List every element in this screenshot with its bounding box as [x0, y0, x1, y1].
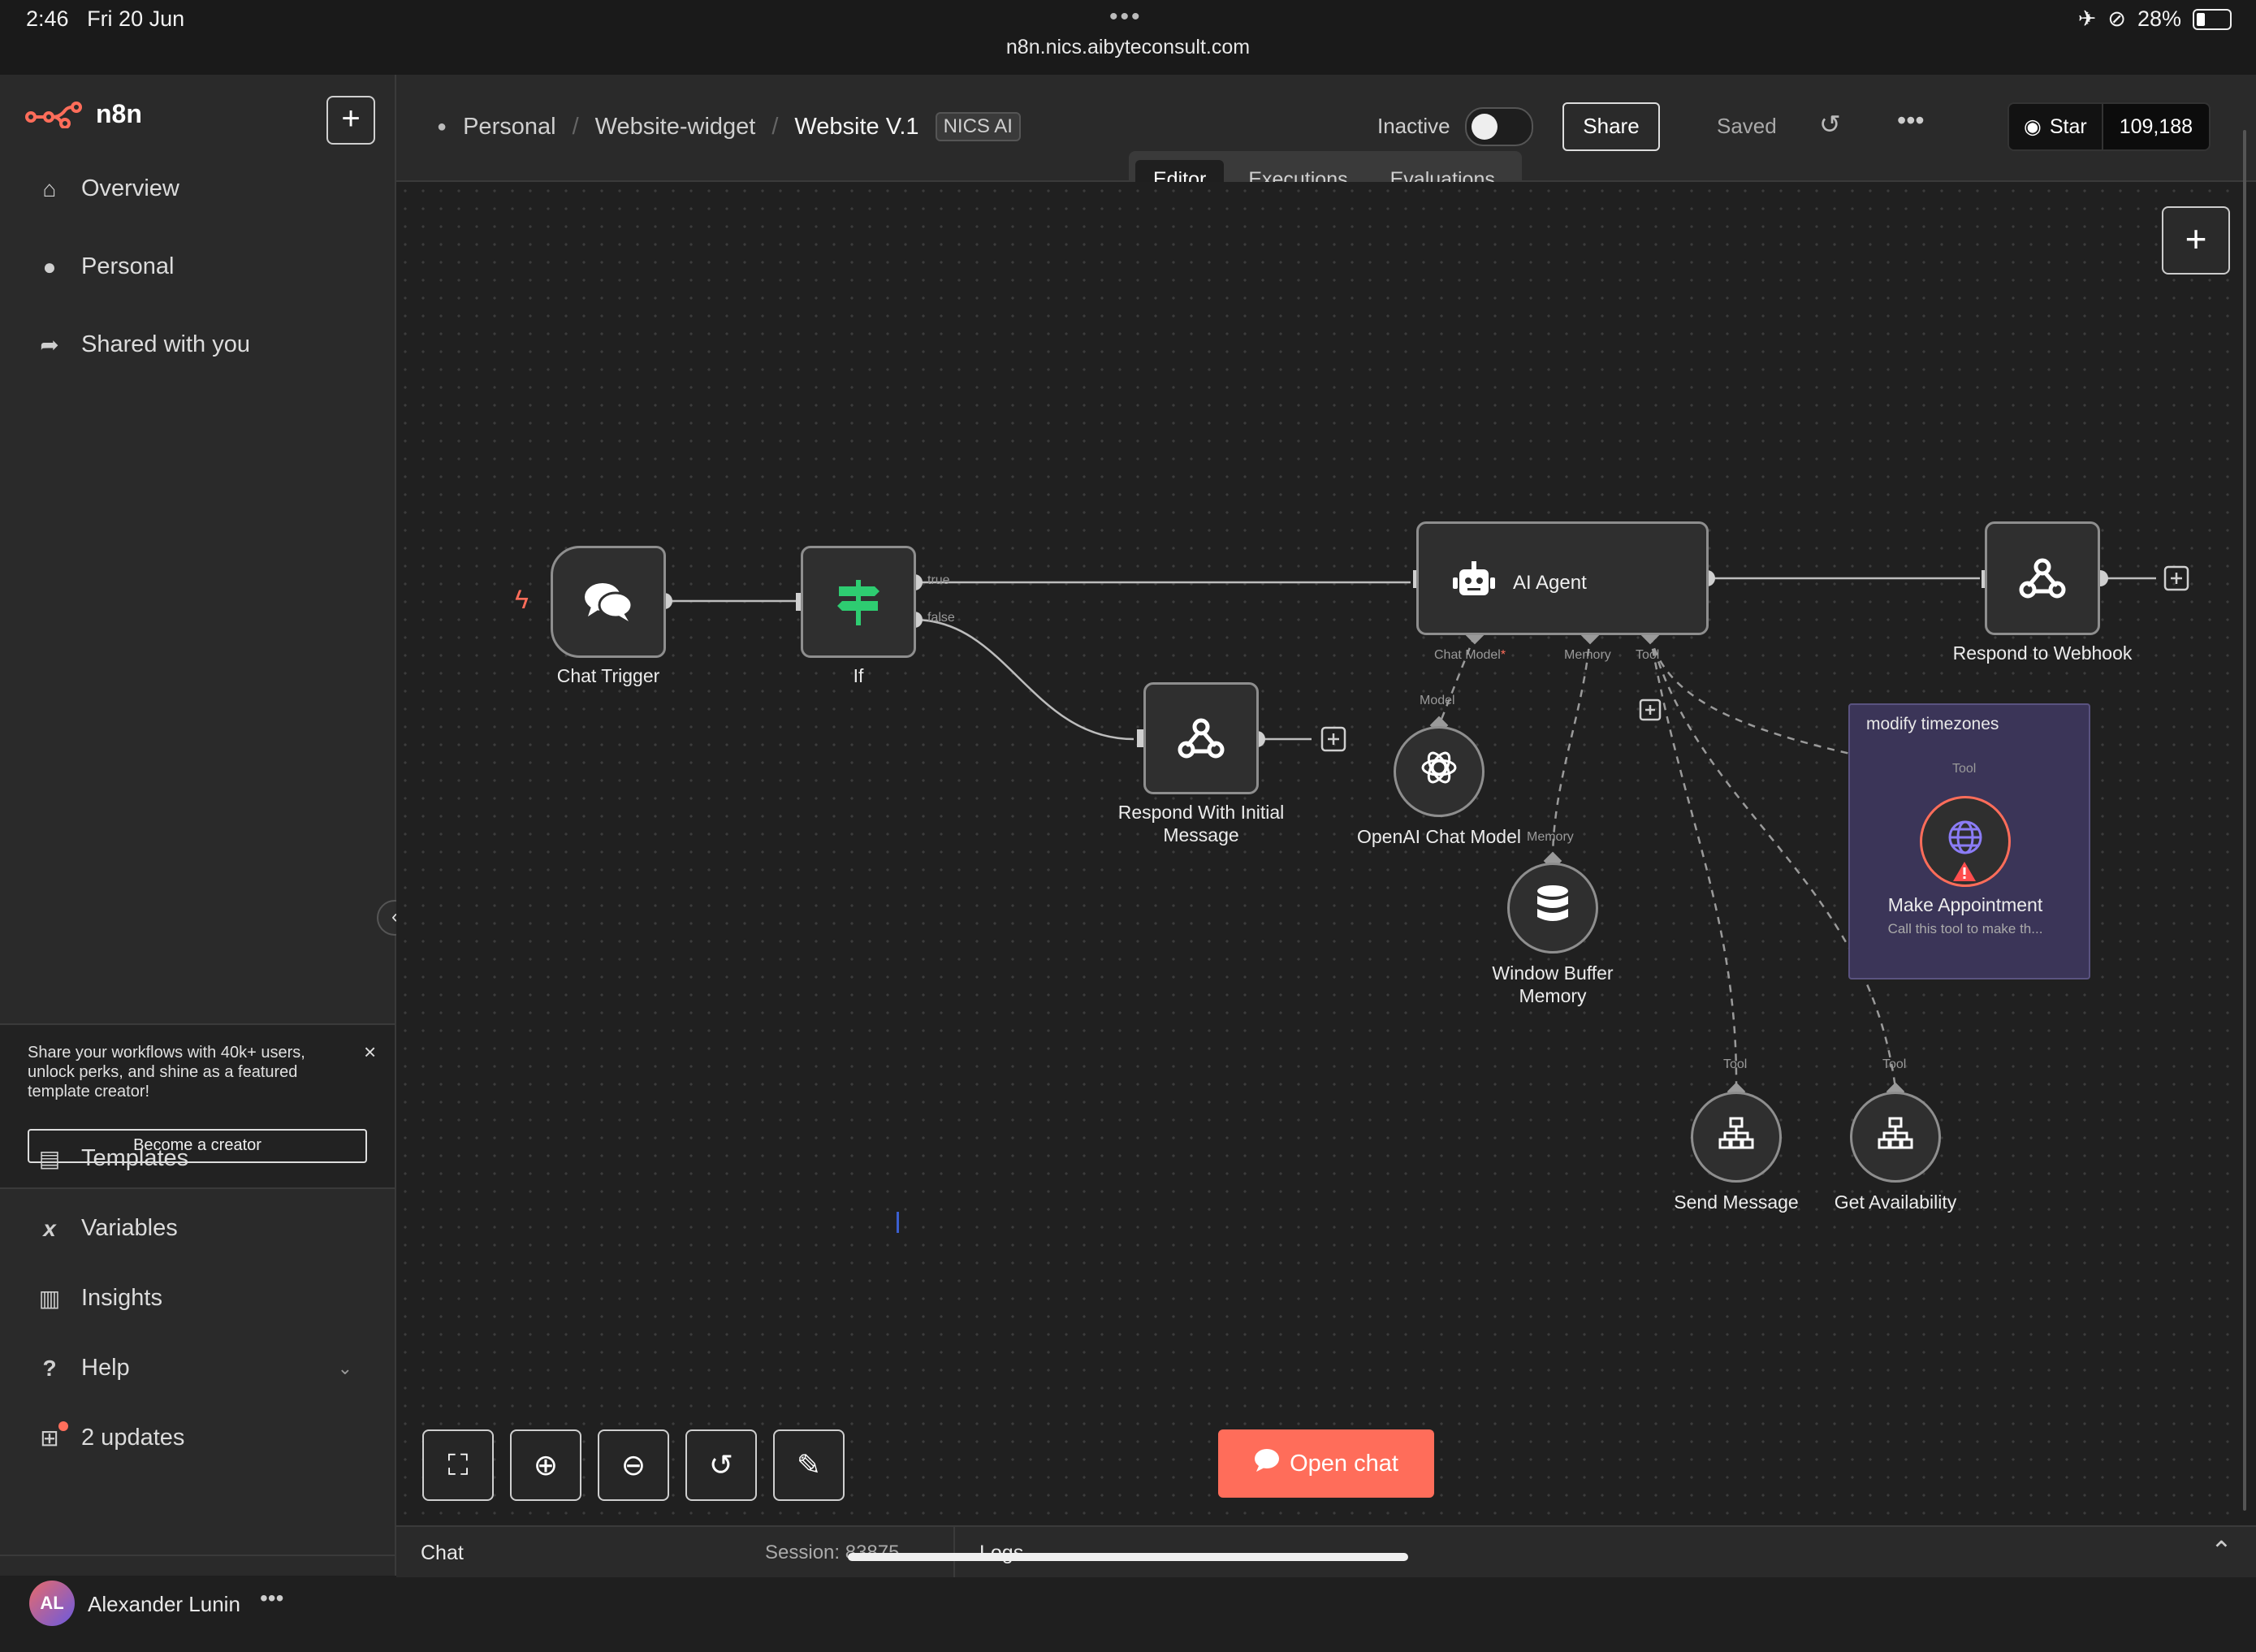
- node-subtitle-make-appointment: Call this tool to make th...: [1887, 921, 2043, 936]
- http-request-icon: [1878, 1117, 1913, 1158]
- slot-model: Model: [1420, 694, 1455, 707]
- avatar: AL: [29, 1581, 75, 1626]
- slot-tool-send: Tool: [1723, 1057, 1748, 1071]
- slot-tool-appointment: Tool: [1952, 762, 1977, 776]
- node-label-chat-trigger: Chat Trigger: [556, 665, 660, 686]
- chat-bubbles-icon: [553, 548, 663, 655]
- node-label-respond-initial: Respond With Initial Message: [1117, 802, 1285, 845]
- node-window-buffer-memory[interactable]: [1507, 863, 1598, 954]
- zoom-out-icon: ⊖: [620, 1448, 646, 1481]
- fit-view-button[interactable]: ⛶: [422, 1429, 494, 1501]
- http-request-icon: [1718, 1117, 1754, 1158]
- slot-tool-availability: Tool: [1882, 1057, 1907, 1071]
- user-name: Alexander Lunin: [88, 1592, 240, 1616]
- node-chat-trigger[interactable]: [551, 546, 666, 658]
- broom-icon: ✎: [796, 1448, 822, 1481]
- node-label-respond-webhook: Respond to Webhook: [1952, 642, 2133, 664]
- chat-logs-panel: Chat Session: 83875 Logs ⌃: [396, 1525, 2256, 1577]
- trigger-bolt-icon: ϟ: [515, 585, 529, 614]
- fullscreen-icon: ⛶: [447, 1447, 469, 1481]
- signpost-icon: [803, 548, 914, 655]
- robot-icon: [1451, 561, 1497, 604]
- tidy-up-button[interactable]: ✎: [773, 1429, 845, 1501]
- slot-chat-model: Chat Model*: [1434, 648, 1506, 662]
- node-label-ai-agent: AI Agent: [1513, 571, 1587, 594]
- node-label-memory: Window Buffer Memory: [1492, 962, 1614, 1006]
- node-ai-agent[interactable]: AI Agent: [1416, 521, 1709, 635]
- node-if[interactable]: [801, 546, 916, 658]
- openai-icon: [1420, 748, 1459, 796]
- slot-memory: Memory: [1564, 648, 1611, 662]
- zoom-in-button[interactable]: ⊕: [510, 1429, 581, 1501]
- node-respond-to-webhook[interactable]: [1985, 521, 2100, 635]
- node-openai-chat-model[interactable]: [1394, 726, 1485, 817]
- slot-memory-label: Memory: [1527, 830, 1574, 844]
- reset-zoom-button[interactable]: ↺: [685, 1429, 757, 1501]
- warning-icon: [1952, 861, 1977, 886]
- webhook-icon: [1146, 685, 1256, 792]
- node-label-openai: OpenAI Chat Model: [1356, 826, 1521, 847]
- node-label-get-availability: Get Availability: [1834, 1191, 1957, 1213]
- database-icon: [1536, 884, 1570, 932]
- zoom-in-icon: ⊕: [533, 1448, 559, 1481]
- slot-tool: Tool: [1636, 648, 1660, 662]
- node-respond-initial-message[interactable]: [1143, 682, 1259, 794]
- node-send-message[interactable]: [1691, 1092, 1782, 1183]
- open-chat-button[interactable]: Open chat: [1218, 1429, 1434, 1498]
- node-label-make-appointment: Make Appointment: [1887, 894, 2043, 915]
- undo-icon: ↺: [708, 1448, 734, 1481]
- zoom-out-button[interactable]: ⊖: [598, 1429, 669, 1501]
- chat-icon: [1254, 1448, 1280, 1479]
- if-false-label: false: [927, 611, 955, 625]
- more-icon[interactable]: •••: [260, 1585, 283, 1611]
- node-label-if: If: [853, 665, 864, 686]
- webhook-icon: [1987, 524, 2098, 633]
- node-get-availability[interactable]: [1850, 1092, 1941, 1183]
- chat-panel-title[interactable]: Chat: [421, 1542, 464, 1565]
- chevron-up-icon[interactable]: ⌃: [2211, 1535, 2232, 1566]
- sticky-note-text: modify timezones: [1866, 715, 1999, 733]
- home-indicator: [848, 1553, 1408, 1561]
- globe-icon: [1947, 819, 1984, 865]
- if-true-label: true: [927, 573, 950, 587]
- text-cursor: [897, 1212, 899, 1233]
- node-label-send-message: Send Message: [1674, 1191, 1799, 1213]
